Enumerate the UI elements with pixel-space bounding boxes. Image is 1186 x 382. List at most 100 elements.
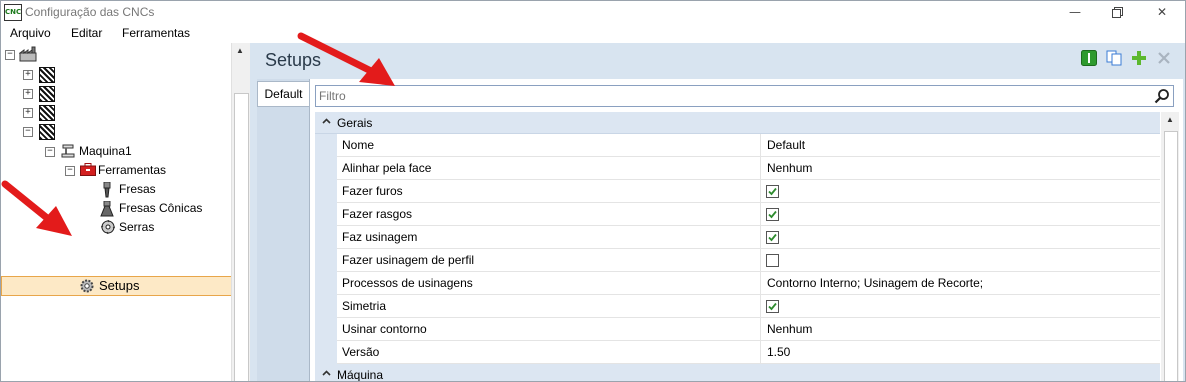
restore-icon <box>1111 7 1123 18</box>
property-value[interactable]: Nenhum <box>761 157 1160 180</box>
app-logo-icon: CNC <box>4 4 22 21</box>
title-bar[interactable]: CNC Configuração das CNCs — ✕ <box>1 1 1185 24</box>
row-gutter <box>315 226 337 249</box>
scrollbar-thumb[interactable] <box>1164 131 1178 381</box>
tab-strip <box>257 79 310 381</box>
grid-scrollbar[interactable]: ▲ <box>1161 112 1179 381</box>
property-row[interactable]: Simetria <box>315 295 1160 318</box>
property-value[interactable]: Contorno Interno; Usinagem de Recorte; <box>761 272 1160 295</box>
property-name: Faz usinagem <box>337 226 761 249</box>
tree-item-fresas-conicas[interactable]: Fresas Cônicas <box>119 199 202 217</box>
gear-icon <box>80 279 94 293</box>
property-name: Fazer usinagem de perfil <box>337 249 761 272</box>
setups-panel: Setups Default Filtro Gerais Nome Defaul… <box>250 43 1185 381</box>
close-button[interactable]: ✕ <box>1139 1 1185 24</box>
property-value <box>761 180 1160 203</box>
group-header-maquina[interactable]: Máquina <box>315 364 1160 381</box>
property-row[interactable]: Fazer rasgos <box>315 203 1160 226</box>
check-icon <box>768 187 777 196</box>
property-value <box>761 295 1160 318</box>
row-gutter <box>315 157 337 180</box>
check-icon <box>768 210 777 219</box>
menu-editar[interactable]: Editar <box>71 26 102 40</box>
checkbox-unchecked[interactable] <box>766 254 779 267</box>
property-value[interactable]: 1.50 <box>761 341 1160 364</box>
redacted-node-icon[interactable] <box>39 124 55 140</box>
expand-icon[interactable]: + <box>23 108 33 118</box>
property-row[interactable]: Fazer furos <box>315 180 1160 203</box>
expand-icon[interactable]: + <box>23 70 33 80</box>
redacted-node-icon[interactable] <box>39 86 55 102</box>
filter-input[interactable] <box>319 88 1139 104</box>
tree-scrollbar[interactable]: ▲ <box>231 43 250 381</box>
property-row[interactable]: Processos de usinagens Contorno Interno; … <box>315 272 1160 295</box>
property-row[interactable]: Versão 1.50 <box>315 341 1160 364</box>
row-gutter <box>315 180 337 203</box>
add-icon[interactable] <box>1131 50 1147 66</box>
checkbox-checked[interactable] <box>766 185 779 198</box>
group-label: Máquina <box>337 368 384 381</box>
property-name: Fazer rasgos <box>337 203 761 226</box>
saw-blade-icon <box>101 220 115 234</box>
minimize-button[interactable]: — <box>1052 1 1098 24</box>
property-row[interactable]: Alinhar pela face Nenhum <box>315 157 1160 180</box>
tree-item-serras[interactable]: Serras <box>119 218 154 236</box>
property-grid: Gerais Nome Default Alinhar pela face Nenhu… <box>315 112 1160 381</box>
tree-item-setups[interactable]: Setups <box>99 277 139 295</box>
property-value <box>761 226 1160 249</box>
property-row[interactable]: Faz usinagem <box>315 226 1160 249</box>
expand-icon[interactable]: + <box>23 89 33 99</box>
row-gutter <box>315 134 337 157</box>
group-label: Gerais <box>337 116 373 130</box>
check-icon <box>768 302 777 311</box>
factory-icon <box>19 46 37 62</box>
menu-ferramentas[interactable]: Ferramentas <box>122 26 190 40</box>
tree-item-fresas[interactable]: Fresas <box>119 180 156 198</box>
delete-icon[interactable] <box>1156 50 1172 66</box>
window-title: Configuração das CNCs <box>25 5 155 19</box>
restore-button[interactable] <box>1094 1 1140 24</box>
menu-bar: Arquivo Editar Ferramentas <box>1 24 1185 43</box>
row-gutter <box>315 295 337 318</box>
checkbox-checked[interactable] <box>766 208 779 221</box>
collapse-icon[interactable]: − <box>23 127 33 137</box>
property-row[interactable]: Usinar contorno Nenhum <box>315 318 1160 341</box>
redacted-node-icon[interactable] <box>39 67 55 83</box>
tree-item-maquina1[interactable]: Maquina1 <box>79 142 132 160</box>
redacted-node-icon[interactable] <box>39 105 55 121</box>
scroll-up-icon[interactable]: ▲ <box>236 46 244 55</box>
property-name: Simetria <box>337 295 761 318</box>
row-gutter <box>315 272 337 295</box>
properties-content: Gerais NomeDefaultAlinhar pela faceNenhu… <box>309 79 1183 381</box>
checkbox-checked[interactable] <box>766 231 779 244</box>
tree-item-ferramentas[interactable]: Ferramentas <box>98 161 166 179</box>
filter-box <box>315 85 1174 107</box>
property-name: Processos de usinagens <box>337 272 761 295</box>
group-header-gerais[interactable]: Gerais <box>315 112 1160 134</box>
collapse-icon[interactable]: − <box>65 166 75 176</box>
minimize-icon: — <box>1069 5 1081 19</box>
end-mill-icon <box>103 182 111 198</box>
row-gutter <box>315 249 337 272</box>
property-name: Alinhar pela face <box>337 157 761 180</box>
property-value[interactable]: Default <box>761 134 1160 157</box>
checkbox-checked[interactable] <box>766 300 779 313</box>
search-icon[interactable] <box>1154 88 1170 104</box>
row-gutter <box>315 341 337 364</box>
info-icon[interactable] <box>1081 50 1097 66</box>
property-row[interactable]: Nome Default <box>315 134 1160 157</box>
property-name: Versão <box>337 341 761 364</box>
collapse-icon[interactable]: − <box>45 147 55 157</box>
scrollbar-thumb[interactable] <box>234 93 249 381</box>
annotation-arrow-icon <box>1 180 72 236</box>
property-value[interactable]: Nenhum <box>761 318 1160 341</box>
chevron-up-icon[interactable] <box>322 118 331 124</box>
collapse-icon[interactable]: − <box>5 50 15 60</box>
machine-icon <box>61 144 75 158</box>
close-icon: ✕ <box>1156 5 1168 19</box>
property-row[interactable]: Fazer usinagem de perfil <box>315 249 1160 272</box>
scroll-up-icon[interactable]: ▲ <box>1166 115 1174 124</box>
copy-icon[interactable] <box>1106 50 1122 66</box>
chevron-up-icon[interactable] <box>322 370 331 376</box>
menu-arquivo[interactable]: Arquivo <box>10 26 51 40</box>
